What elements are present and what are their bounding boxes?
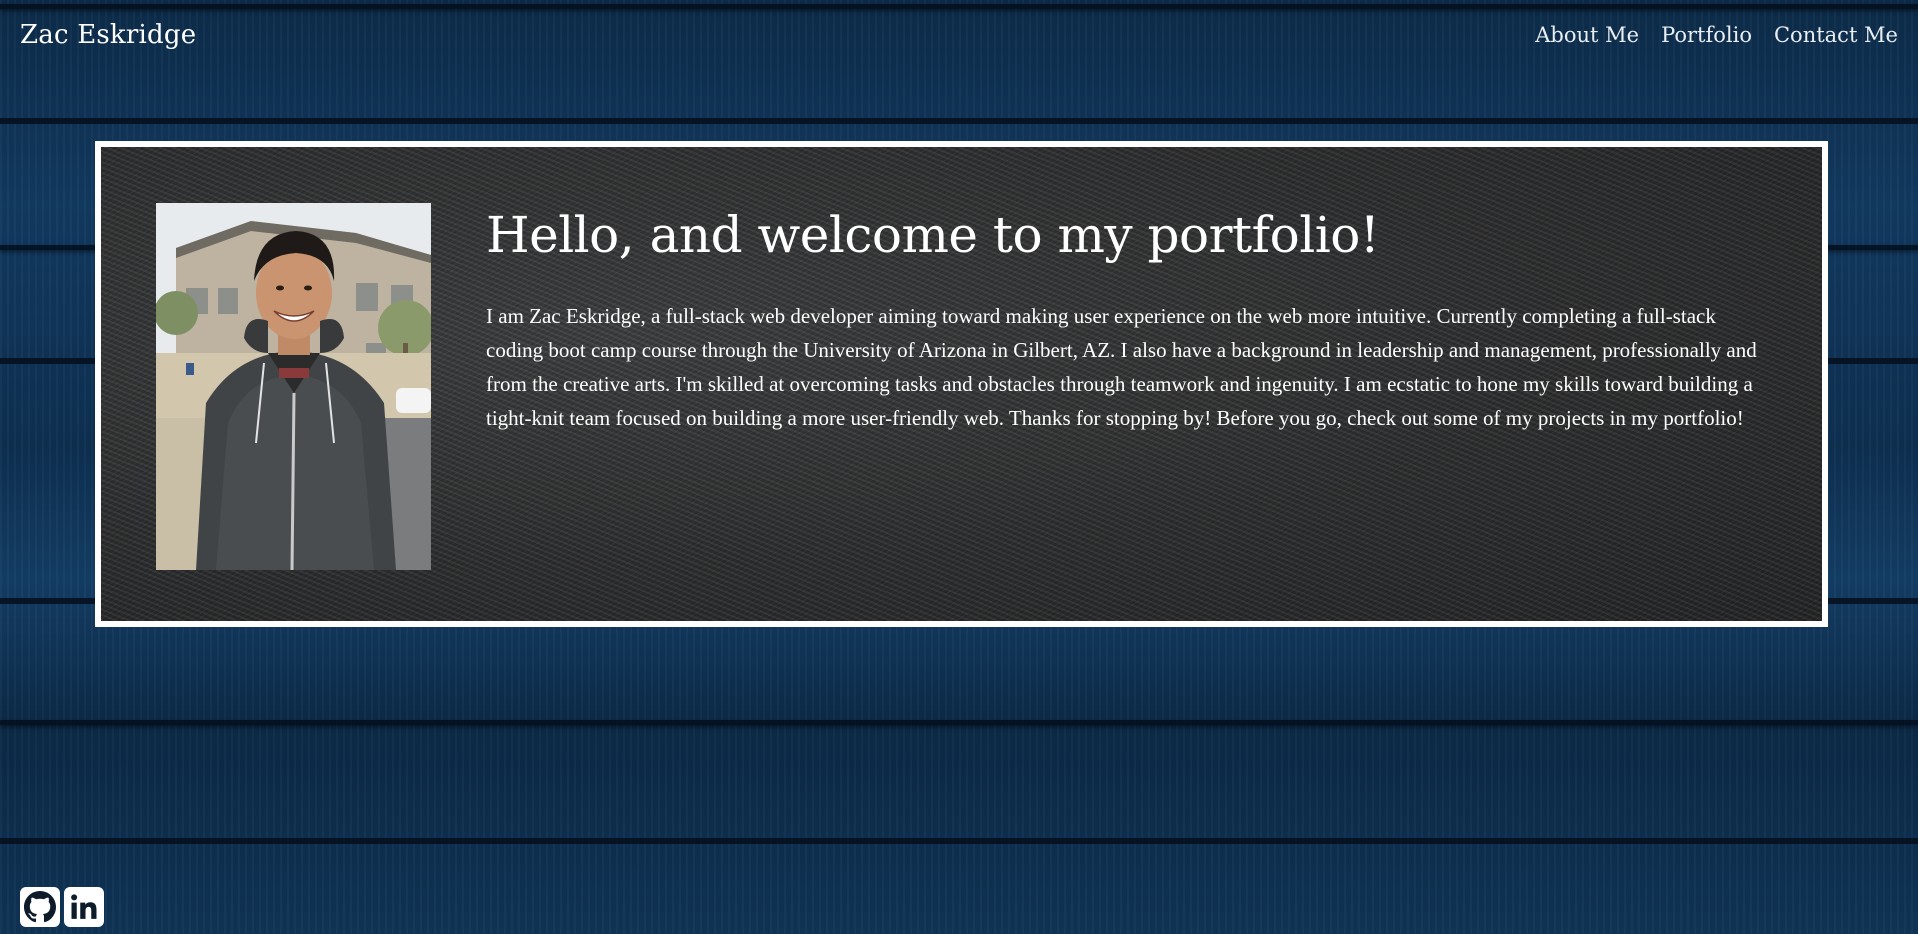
hero-card: Hello, and welcome to my portfolio! I am… <box>95 141 1828 627</box>
nav-about-me[interactable]: About Me <box>1535 23 1639 47</box>
hero-title: Hello, and welcome to my portfolio! <box>486 206 1380 264</box>
wood-seam <box>0 720 1918 725</box>
navbar: Zac Eskridge About Me Portfolio Contact … <box>0 0 1918 72</box>
hero-bio: I am Zac Eskridge, a full-stack web deve… <box>486 304 1757 430</box>
brand-link[interactable]: Zac Eskridge <box>20 20 196 50</box>
linkedin-icon[interactable] <box>64 887 104 927</box>
nav-contact-me[interactable]: Contact Me <box>1774 23 1898 47</box>
hero-text: Hello, and welcome to my portfolio! I am… <box>486 205 1776 435</box>
nav-portfolio[interactable]: Portfolio <box>1661 23 1752 47</box>
profile-photo <box>156 203 431 570</box>
github-icon[interactable] <box>20 887 60 927</box>
nav-links: About Me Portfolio Contact Me <box>1535 23 1898 47</box>
social-links <box>20 887 104 927</box>
